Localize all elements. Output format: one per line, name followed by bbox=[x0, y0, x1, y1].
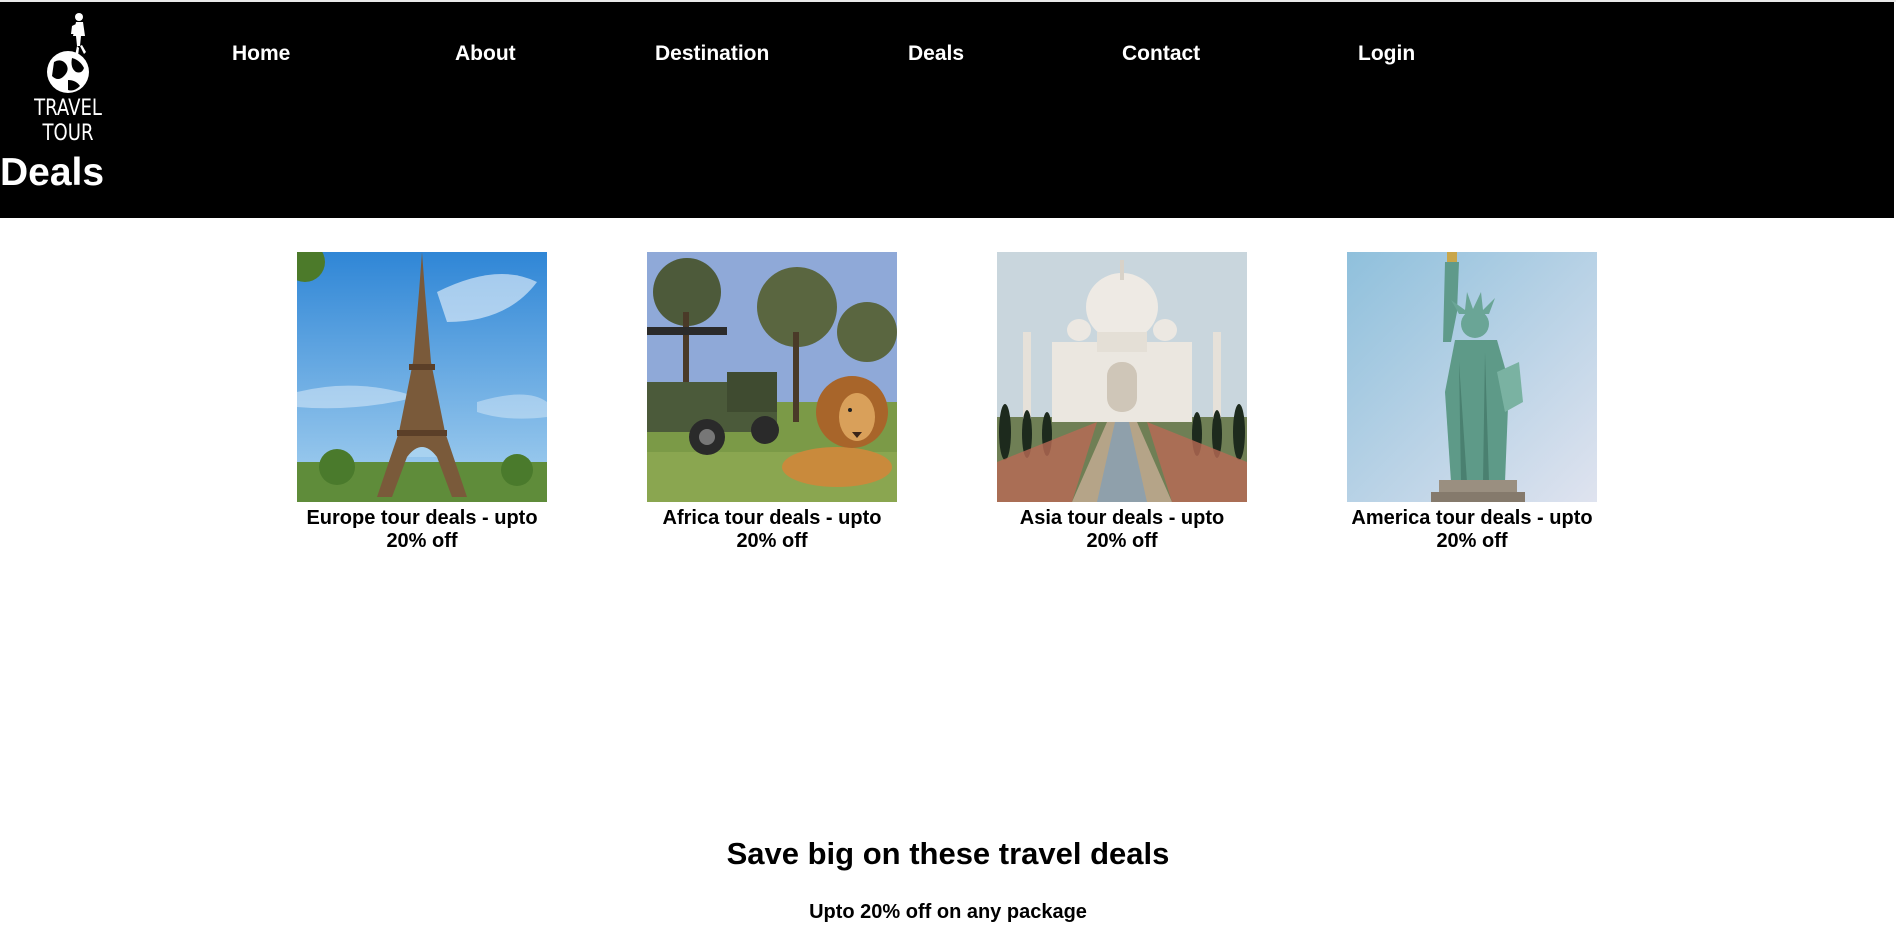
deal-card-africa[interactable]: Africa tour deals - upto 20% off bbox=[647, 252, 897, 553]
brand-name: TRAVEL TOUR bbox=[34, 96, 102, 146]
deal-caption-asia: Asia tour deals - upto 20% off bbox=[1019, 507, 1225, 552]
deal-card-asia[interactable]: Asia tour deals - upto 20% off bbox=[997, 252, 1247, 553]
deal-caption-europe: Europe tour deals - upto 20% off bbox=[306, 507, 538, 552]
site-header: TRAVEL TOUR Home About Destination Deals… bbox=[0, 2, 1894, 218]
nav-about[interactable]: About bbox=[455, 42, 516, 66]
eiffel-tower-photo[interactable] bbox=[297, 252, 547, 502]
nav-login[interactable]: Login bbox=[1358, 42, 1415, 66]
nav-contact[interactable]: Contact bbox=[1122, 42, 1200, 66]
deal-card-america[interactable]: America tour deals - upto 20% off bbox=[1347, 252, 1597, 553]
deal-caption-america: America tour deals - upto 20% off bbox=[1351, 507, 1593, 552]
nav-home[interactable]: Home bbox=[232, 42, 290, 66]
page-title: Deals bbox=[0, 151, 105, 194]
nav-destination[interactable]: Destination bbox=[655, 42, 769, 66]
statue-of-liberty-photo[interactable] bbox=[1347, 252, 1597, 502]
brand-logo[interactable]: TRAVEL TOUR bbox=[6, 10, 130, 146]
traveler-on-globe-icon bbox=[47, 13, 89, 93]
promo-subtext: Upto 20% off on any package bbox=[809, 901, 1087, 923]
deal-caption-africa: Africa tour deals - upto 20% off bbox=[662, 507, 882, 552]
deal-card-europe[interactable]: Europe tour deals - upto 20% off bbox=[297, 252, 547, 553]
taj-mahal-photo[interactable] bbox=[997, 252, 1247, 502]
nav-deals[interactable]: Deals bbox=[908, 42, 964, 66]
promo-heading: Save big on these travel deals bbox=[726, 836, 1170, 871]
lion-safari-photo[interactable] bbox=[647, 252, 897, 502]
